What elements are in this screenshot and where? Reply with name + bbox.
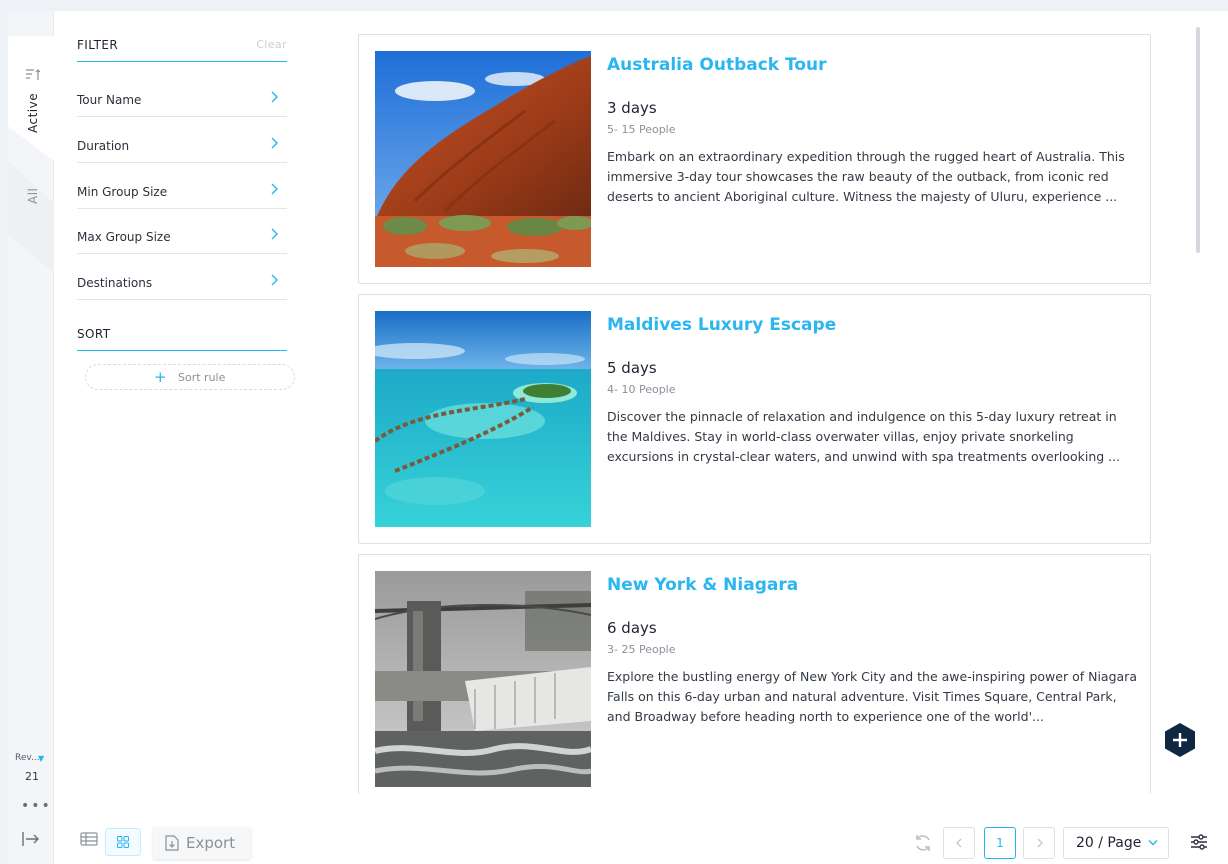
filter-item-label: Tour Name <box>77 93 142 107</box>
column-settings-icon[interactable] <box>1190 834 1208 850</box>
tour-description: Embark on an extraordinary expedition th… <box>607 149 1125 204</box>
chevron-down-icon <box>1148 840 1158 846</box>
tour-group-size: 4- 10 People <box>607 383 676 396</box>
tour-group-size: 3- 25 People <box>607 643 676 656</box>
chevron-down-icon[interactable]: ▼ <box>38 754 44 763</box>
chevron-right-icon <box>271 91 278 103</box>
tour-duration: 5 days <box>607 359 657 377</box>
page-size-value: 20 / Page <box>1076 835 1142 851</box>
filter-heading-label: FILTER <box>77 38 119 52</box>
chevron-left-icon <box>956 838 962 848</box>
prev-page-button[interactable] <box>943 827 975 859</box>
clear-filters-button[interactable]: Clear <box>256 38 287 51</box>
export-button[interactable]: Export <box>153 827 251 859</box>
filter-item-label: Destinations <box>77 276 153 290</box>
page-number-current[interactable]: 1 <box>984 827 1016 859</box>
more-options-icon[interactable]: ••• <box>21 798 52 814</box>
tab-all[interactable] <box>8 161 54 273</box>
add-tour-button[interactable] <box>1165 723 1195 757</box>
next-page-button[interactable] <box>1023 827 1055 859</box>
filter-heading: FILTER Clear <box>77 38 287 62</box>
revision-value: 21 <box>25 770 39 783</box>
grid-view-icon <box>117 836 129 848</box>
export-file-icon <box>165 835 179 851</box>
plus-icon <box>1165 723 1195 757</box>
tour-title[interactable]: New York & Niagara <box>607 575 798 595</box>
list-footer: Export 1 20 / Page <box>54 796 1228 864</box>
chevron-right-icon <box>271 228 278 240</box>
add-sort-rule-label: Sort rule <box>178 371 226 384</box>
filter-item-label: Duration <box>77 139 130 153</box>
export-label: Export <box>186 834 236 852</box>
tour-image-maldives <box>375 311 591 527</box>
tour-duration: 6 days <box>607 619 657 637</box>
filter-item-max-group-size[interactable]: Max Group Size <box>77 208 287 254</box>
tour-image-uluru <box>375 51 591 267</box>
tour-title[interactable]: Maldives Luxury Escape <box>607 315 836 335</box>
tab-active[interactable]: Active <box>8 36 54 161</box>
refresh-icon[interactable] <box>914 834 932 852</box>
tour-group-size: 5- 15 People <box>607 123 676 136</box>
scrollbar[interactable] <box>1196 27 1200 253</box>
tour-description: Explore the bustling energy of New York … <box>607 669 1137 724</box>
tour-title[interactable]: Australia Outback Tour <box>607 55 827 75</box>
tour-image-niagara <box>375 571 591 787</box>
sort-heading-label: SORT <box>77 327 111 341</box>
tour-card[interactable]: Maldives Luxury Escape 5 days 4- 10 Peop… <box>358 294 1151 544</box>
chevron-right-icon <box>271 183 278 195</box>
filter-item-tour-name[interactable]: Tour Name <box>77 71 287 117</box>
revision-label[interactable]: Rev... <box>15 753 40 763</box>
grid-view-button[interactable] <box>105 828 141 856</box>
table-view-icon[interactable] <box>80 832 98 846</box>
add-sort-rule-button[interactable]: + Sort rule <box>85 364 295 390</box>
view-tab-rail: Active All Rev... ▼ 21 ••• <box>8 11 54 864</box>
filter-item-label: Max Group Size <box>77 230 171 244</box>
page-size-select[interactable]: 20 / Page <box>1063 827 1169 859</box>
filter-item-min-group-size[interactable]: Min Group Size <box>77 163 287 209</box>
collapse-sidebar-icon[interactable] <box>22 831 40 847</box>
chevron-right-icon <box>271 274 278 286</box>
filter-item-destinations[interactable]: Destinations <box>77 254 287 300</box>
tab-all-label[interactable]: All <box>26 188 40 204</box>
filter-item-duration[interactable]: Duration <box>77 117 287 163</box>
tour-duration: 3 days <box>607 99 657 117</box>
plus-icon: + <box>154 368 167 386</box>
tour-description: Discover the pinnacle of relaxation and … <box>607 409 1121 464</box>
tab-active-label: Active <box>26 92 40 133</box>
chevron-right-icon <box>1037 838 1043 848</box>
app-frame: Active All Rev... ▼ 21 ••• FILTER Clear … <box>8 11 1228 864</box>
filter-icon <box>26 69 41 80</box>
chevron-right-icon <box>271 137 278 149</box>
tour-card[interactable]: New York & Niagara 6 days 3- 25 People E… <box>358 554 1151 794</box>
filter-item-label: Min Group Size <box>77 185 168 199</box>
sort-heading: SORT <box>77 327 287 351</box>
tour-card[interactable]: Australia Outback Tour 3 days 5- 15 Peop… <box>358 34 1151 284</box>
